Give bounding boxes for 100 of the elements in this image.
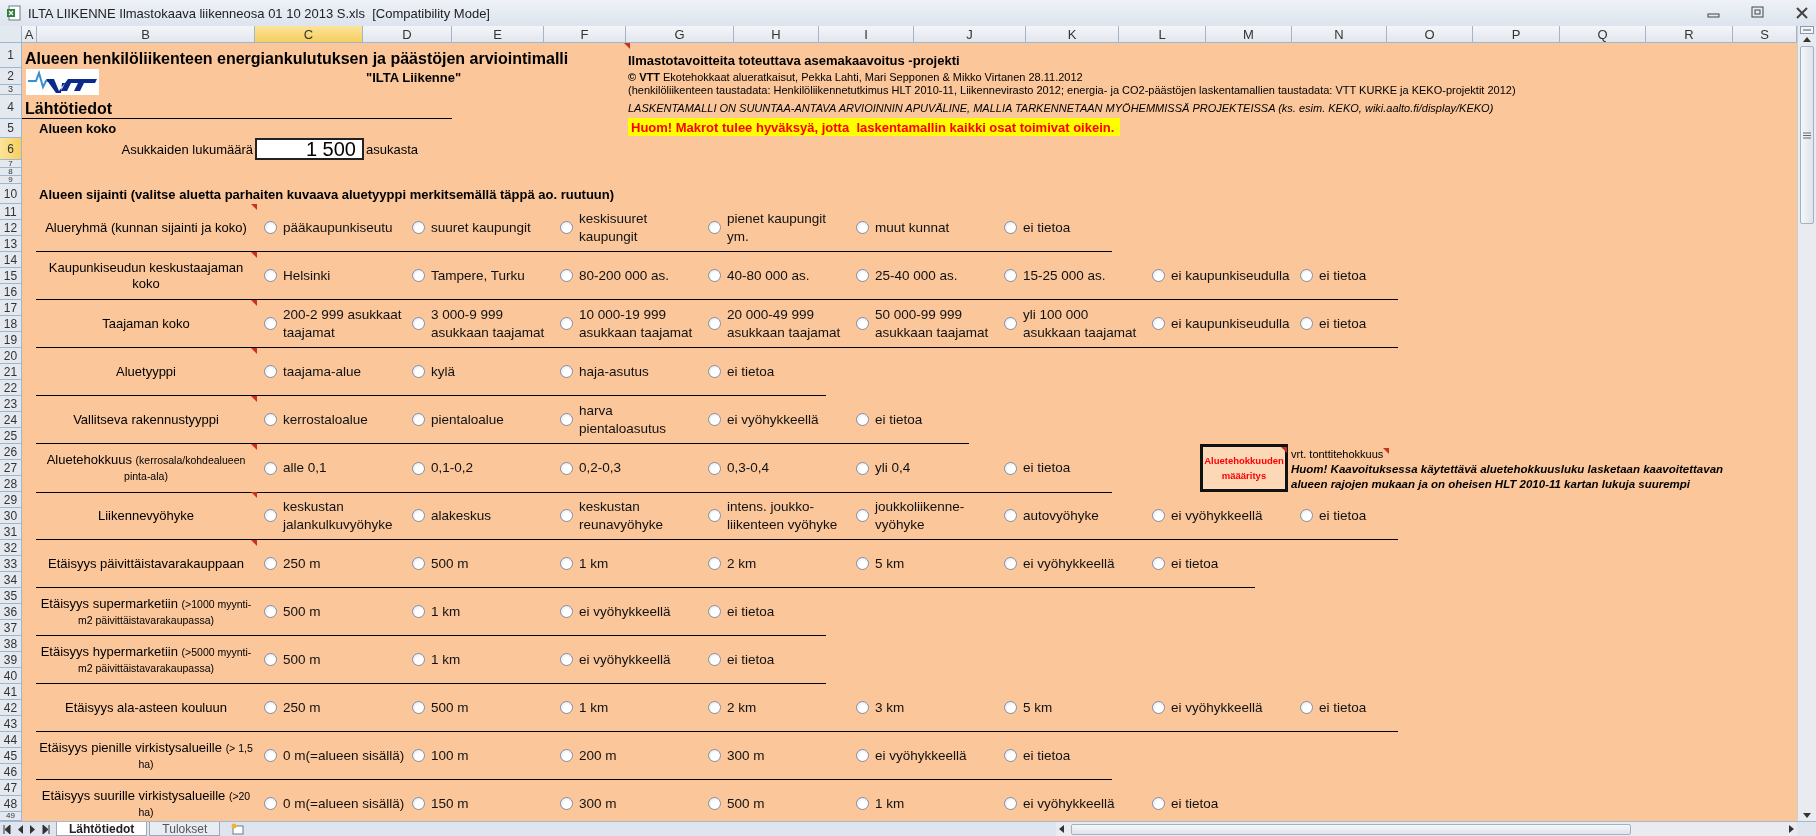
radio-button[interactable] — [412, 797, 425, 810]
column-header[interactable]: N — [1292, 26, 1387, 43]
row-header[interactable]: 25 — [0, 428, 22, 444]
radio-button[interactable] — [560, 797, 573, 810]
row-header[interactable]: 44 — [0, 732, 22, 748]
row-header[interactable]: 23 — [0, 396, 22, 412]
radio-button[interactable] — [856, 701, 869, 714]
radio-button[interactable] — [708, 653, 721, 666]
radio-button[interactable] — [412, 365, 425, 378]
previous-sheet-icon[interactable] — [16, 824, 24, 834]
column-header[interactable]: M — [1206, 26, 1292, 43]
row-header[interactable]: 48 — [0, 796, 22, 812]
radio-button[interactable] — [560, 605, 573, 618]
row-header[interactable]: 20 — [0, 348, 22, 364]
radio-button[interactable] — [708, 221, 721, 234]
radio-button[interactable] — [1152, 557, 1165, 570]
radio-button[interactable] — [264, 221, 277, 234]
radio-button[interactable] — [1004, 509, 1017, 522]
row-header[interactable]: 35 — [0, 588, 22, 604]
column-header[interactable]: B — [37, 26, 255, 43]
row-header[interactable]: 37 — [0, 620, 22, 636]
row-header[interactable]: 14 — [0, 252, 22, 268]
radio-button[interactable] — [708, 461, 721, 475]
column-header[interactable]: G — [626, 26, 734, 43]
row-header[interactable]: 5 — [0, 119, 22, 138]
row-header[interactable]: 34 — [0, 572, 22, 588]
row-header[interactable]: 15 — [0, 268, 22, 284]
radio-button[interactable] — [412, 557, 425, 570]
radio-button[interactable] — [560, 317, 573, 330]
radio-button[interactable] — [264, 605, 277, 618]
column-header[interactable]: Q — [1560, 26, 1646, 43]
radio-button[interactable] — [264, 317, 277, 330]
row-header[interactable]: 4 — [0, 95, 22, 119]
row-header[interactable]: 6 — [0, 138, 22, 160]
row-header[interactable]: 39 — [0, 652, 22, 668]
column-header[interactable]: O — [1387, 26, 1473, 43]
radio-button[interactable] — [708, 749, 721, 762]
radio-button[interactable] — [560, 557, 573, 570]
radio-button[interactable] — [264, 365, 277, 378]
radio-button[interactable] — [412, 605, 425, 618]
radio-button[interactable] — [412, 221, 425, 234]
radio-button[interactable] — [1152, 269, 1165, 282]
radio-button[interactable] — [560, 221, 573, 234]
radio-button[interactable] — [856, 269, 869, 282]
radio-button[interactable] — [412, 317, 425, 330]
radio-button[interactable] — [708, 701, 721, 714]
radio-button[interactable] — [412, 653, 425, 666]
radio-button[interactable] — [856, 509, 869, 522]
column-header[interactable]: S — [1733, 26, 1797, 43]
radio-button[interactable] — [412, 461, 425, 475]
row-header[interactable]: 31 — [0, 524, 22, 540]
column-header[interactable]: R — [1646, 26, 1733, 43]
row-header[interactable]: 7 — [0, 160, 22, 168]
row-header[interactable]: 2 — [0, 68, 22, 85]
radio-button[interactable] — [856, 557, 869, 570]
row-header[interactable]: 47 — [0, 780, 22, 796]
column-header[interactable]: J — [914, 26, 1026, 43]
radio-button[interactable] — [708, 557, 721, 570]
radio-button[interactable] — [856, 221, 869, 234]
row-header[interactable]: 46 — [0, 764, 22, 780]
radio-button[interactable] — [708, 317, 721, 330]
radio-button[interactable] — [412, 701, 425, 714]
row-header[interactable]: 27 — [0, 460, 22, 476]
row-header[interactable]: 26 — [0, 444, 22, 460]
radio-button[interactable] — [1004, 749, 1017, 762]
scrollbar-thumb[interactable] — [1071, 823, 1631, 835]
radio-button[interactable] — [264, 653, 277, 666]
radio-button[interactable] — [1300, 701, 1313, 714]
next-sheet-icon[interactable] — [29, 824, 37, 834]
radio-button[interactable] — [708, 797, 721, 810]
restore-icon[interactable] — [1750, 6, 1766, 20]
radio-button[interactable] — [1004, 461, 1017, 475]
radio-button[interactable] — [1152, 509, 1165, 522]
radio-button[interactable] — [708, 605, 721, 618]
row-header[interactable]: 19 — [0, 332, 22, 348]
radio-button[interactable] — [856, 749, 869, 762]
radio-button[interactable] — [708, 269, 721, 282]
row-header[interactable]: 1 — [0, 43, 22, 68]
radio-button[interactable] — [1004, 557, 1017, 570]
row-header[interactable]: 21 — [0, 364, 22, 380]
column-header[interactable]: H — [734, 26, 819, 43]
last-sheet-icon[interactable] — [42, 824, 50, 834]
radio-button[interactable] — [560, 461, 573, 475]
column-header[interactable]: P — [1473, 26, 1560, 43]
radio-button[interactable] — [264, 509, 277, 522]
sheet-tab[interactable]: Tulokset — [149, 822, 221, 836]
row-header[interactable]: 36 — [0, 604, 22, 620]
row-header[interactable]: 12 — [0, 220, 22, 236]
radio-button[interactable] — [708, 509, 721, 522]
radio-button[interactable] — [264, 413, 277, 426]
row-header[interactable]: 41 — [0, 684, 22, 700]
row-header[interactable]: 24 — [0, 412, 22, 428]
radio-button[interactable] — [264, 557, 277, 570]
row-header[interactable]: 11 — [0, 204, 22, 220]
radio-button[interactable] — [1152, 797, 1165, 810]
radio-button[interactable] — [1004, 317, 1017, 330]
radio-button[interactable] — [856, 797, 869, 810]
radio-button[interactable] — [1004, 221, 1017, 234]
radio-button[interactable] — [560, 509, 573, 522]
radio-button[interactable] — [264, 701, 277, 714]
